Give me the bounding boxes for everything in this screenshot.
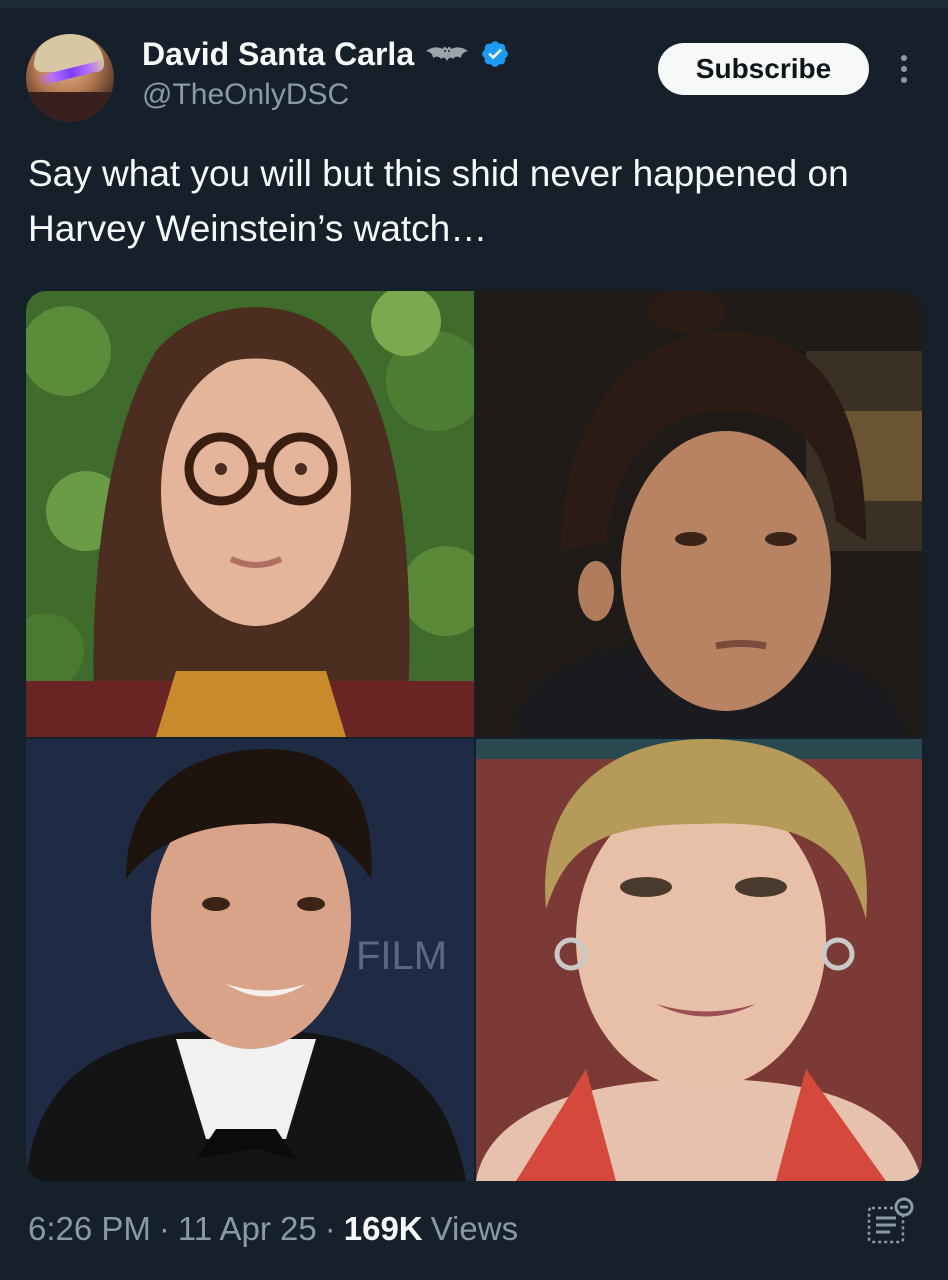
bat-icon (424, 43, 470, 65)
author-display-name[interactable]: David Santa Carla (142, 36, 414, 73)
photo-1[interactable] (26, 291, 474, 737)
author-avatar[interactable] (26, 34, 114, 122)
analytics-icon[interactable] (866, 1196, 916, 1246)
more-vertical-icon[interactable] (895, 52, 913, 86)
views-count: 169K (343, 1210, 423, 1247)
meta-separator: · (324, 1210, 336, 1247)
meta-separator: · (158, 1210, 170, 1247)
views-label: Views (430, 1210, 519, 1247)
tweet-meta: 6:26 PM · 11 Apr 25 · 169K Views (28, 1210, 518, 1248)
tweet-date[interactable]: 11 Apr 25 (178, 1210, 317, 1248)
photo-2[interactable] (476, 291, 922, 737)
tweet-time[interactable]: 6:26 PM (28, 1210, 151, 1248)
media-grid[interactable]: FILM (26, 291, 922, 1181)
tweet-text: Say what you will but this shid never ha… (28, 153, 849, 249)
photo-backdrop-text: FILM (356, 934, 447, 978)
photo-4[interactable] (476, 739, 922, 1181)
top-divider (0, 0, 948, 8)
author-handle[interactable]: @TheOnlyDSC (142, 78, 349, 112)
tweet-page: David Santa Carla @TheOnlyDSC Subscribe … (0, 0, 948, 1280)
photo-3[interactable]: FILM (26, 739, 474, 1181)
verified-badge-icon (480, 39, 510, 69)
subscribe-button[interactable]: Subscribe (658, 43, 869, 95)
author-name-row[interactable]: David Santa Carla (142, 34, 510, 74)
